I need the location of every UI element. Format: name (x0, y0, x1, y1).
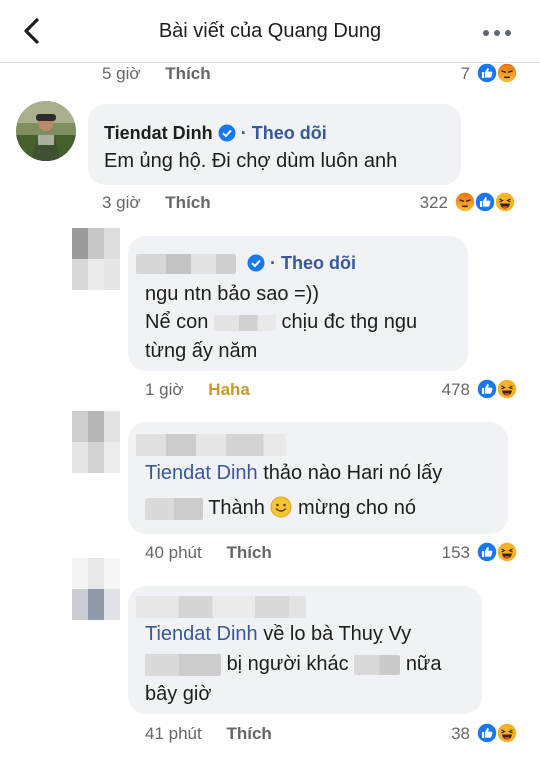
mention-link[interactable]: Tiendat Dinh (145, 623, 258, 645)
comment-text-line: Thành mừng cho nó (145, 494, 416, 523)
redacted-text (354, 654, 401, 675)
comment-text-line: từng ấy năm (145, 340, 258, 362)
redacted-name (136, 254, 236, 275)
like-button[interactable]: Thích (226, 724, 271, 743)
comment-text: Em ủng hộ. Đi chợ dùm luôn anh (104, 150, 398, 172)
haha-reaction-icon (496, 541, 518, 563)
haha-reaction-icon (496, 722, 518, 744)
reaction-icons[interactable] (476, 541, 526, 563)
comment-text-line: bây giờ (145, 683, 212, 705)
comment-meta: 3 giờ Thích (102, 193, 211, 213)
like-reaction-icon (474, 191, 496, 213)
comment-header (136, 596, 306, 619)
follow-link[interactable]: · Theo dõi (241, 123, 327, 143)
avatar[interactable] (72, 558, 120, 620)
reaction-count[interactable]: 38 (424, 724, 470, 744)
comment-meta: 41 phút Thích (145, 724, 272, 744)
like-button[interactable]: Thích (226, 543, 271, 562)
mention-link[interactable]: Tiendat Dinh (145, 462, 258, 484)
reaction-icons[interactable] (476, 722, 526, 744)
comment-time[interactable]: 41 phút (145, 724, 202, 743)
page-title: Bài viết của Quang Dung (158, 20, 382, 42)
comment-meta: 5 giờ Thích (102, 64, 211, 84)
redacted-name (136, 596, 306, 619)
comment-time[interactable]: 1 giờ (145, 380, 184, 399)
redacted-text (145, 653, 221, 676)
comment-text-line: Nể con chịu đc thg ngu (145, 311, 418, 333)
reaction-count[interactable]: 7 (440, 64, 470, 84)
comment-text-line: ngu ntn bảo sao =)) (145, 283, 320, 305)
like-reaction-icon (476, 62, 498, 84)
comment-header (136, 434, 286, 457)
reaction-count[interactable]: 153 (424, 543, 470, 563)
follow-link[interactable]: · Theo dõi (270, 253, 356, 273)
angry-reaction-icon (496, 62, 518, 84)
like-reaction-icon (476, 378, 498, 400)
comment-meta: 1 giờ Haha (145, 380, 250, 400)
haha-reaction-icon (494, 191, 516, 213)
redacted-text (145, 497, 203, 520)
verified-badge-icon (247, 254, 265, 272)
reaction-count[interactable]: 478 (424, 380, 470, 400)
author-name[interactable]: Tiendat Dinh (104, 123, 213, 143)
avatar[interactable] (72, 411, 120, 473)
smile-emoji-icon (270, 496, 292, 518)
comment-text-line: Tiendat Dinh về lo bà Thuỵ Vy (145, 623, 412, 645)
reaction-count[interactable]: 322 (400, 193, 448, 213)
like-button[interactable]: Thích (165, 64, 210, 83)
comment-meta: 40 phút Thích (145, 543, 272, 563)
like-button[interactable]: Thích (165, 193, 210, 212)
avatar[interactable] (16, 101, 76, 161)
like-reaction-icon (476, 541, 498, 563)
haha-button[interactable]: Haha (208, 380, 250, 399)
top-bar: Bài viết của Quang Dung (0, 0, 540, 63)
comment-text-line: bị người khác nữa (145, 650, 441, 679)
redacted-name (136, 434, 286, 457)
verified-badge-icon (218, 124, 236, 142)
reaction-icons[interactable] (454, 191, 526, 213)
comment-header: · Theo dõi (136, 253, 356, 275)
more-horizontal-icon[interactable] (480, 29, 520, 37)
reaction-icons[interactable] (474, 62, 524, 84)
redacted-text (213, 314, 276, 331)
comment-time[interactable]: 5 giờ (102, 64, 141, 83)
comment-header: Tiendat Dinh · Theo dõi (104, 123, 327, 144)
haha-reaction-icon (496, 378, 518, 400)
like-reaction-icon (476, 722, 498, 744)
avatar[interactable] (72, 228, 120, 290)
angry-reaction-icon (454, 191, 476, 213)
reaction-icons[interactable] (476, 378, 526, 400)
comment-time[interactable]: 3 giờ (102, 193, 141, 212)
comment-time[interactable]: 40 phút (145, 543, 202, 562)
comment-text-line: Tiendat Dinh thảo nào Hari nó lấy (145, 462, 443, 484)
